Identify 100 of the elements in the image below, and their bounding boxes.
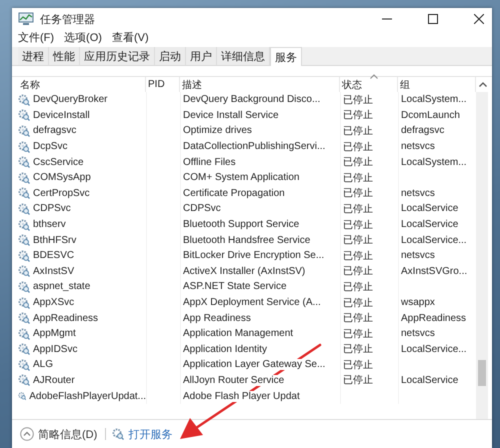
group-text: LocalService <box>401 374 458 386</box>
description-text: Certificate Propagation <box>183 188 285 199</box>
fewer-details-button[interactable]: 简略信息(D) <box>18 424 100 444</box>
gear-icon <box>112 428 124 440</box>
group-text: defragsvc <box>401 125 444 136</box>
tab[interactable]: 进程 <box>18 47 49 65</box>
open-services-link[interactable]: 打开服务 <box>112 426 172 442</box>
group-text: AxInstSVGro... <box>401 266 468 277</box>
scroll-up-icon[interactable] <box>479 82 487 87</box>
gear-icon <box>18 250 30 262</box>
scrollbar[interactable] <box>476 92 488 419</box>
service-name: DevQueryBroker <box>33 94 108 106</box>
group-text: wsappx <box>401 297 435 308</box>
status-text: 已停止 <box>343 342 373 356</box>
status-text: 已停止 <box>343 140 373 154</box>
group-text: LocalService... <box>401 344 467 355</box>
maximize-icon[interactable] <box>428 14 438 24</box>
service-name: AppMgmt <box>33 328 76 340</box>
group-text: AppReadiness <box>401 312 466 324</box>
status-text: 已停止 <box>343 202 373 216</box>
service-name: AppIDSvc <box>33 344 78 355</box>
service-name: DeviceInstall <box>33 110 90 121</box>
status-text: 已停止 <box>343 264 373 278</box>
description-text: ActiveX Installer (AxInstSV) <box>183 266 306 277</box>
description-text: BitLocker Drive Encryption Se... <box>183 250 324 262</box>
tab[interactable]: 启动 <box>155 47 186 65</box>
description-text: Bluetooth Handsfree Service <box>183 234 310 246</box>
status-text: 已停止 <box>343 218 373 232</box>
description-text: COM+ System Application <box>183 172 300 184</box>
group-text: netsvcs <box>401 141 435 152</box>
status-text: 已停止 <box>343 233 373 248</box>
service-name: aspnet_state <box>33 281 90 292</box>
scroll-thumb[interactable] <box>478 360 486 386</box>
column-header[interactable]: PID <box>146 77 180 92</box>
group-text: netsvcs <box>401 188 435 199</box>
tab[interactable]: 详细信息 <box>217 47 270 65</box>
description-text: Bluetooth Support Service <box>183 219 300 230</box>
gear-icon <box>18 156 30 168</box>
gear-icon <box>18 172 30 184</box>
gear-icon <box>18 328 30 340</box>
menu-item[interactable]: 文件(F) <box>18 30 54 45</box>
tab[interactable]: 服务 <box>270 47 302 66</box>
column-header[interactable]: 名称 <box>18 77 146 92</box>
service-name: CDPSvc <box>33 203 71 214</box>
group-text: LocalSystem... <box>401 156 467 168</box>
column-header[interactable]: 组 <box>398 77 476 92</box>
status-text: 已停止 <box>343 311 373 326</box>
service-name: CertPropSvc <box>33 188 90 199</box>
description-text: DataCollectionPublishingServi... <box>183 141 326 152</box>
status-text: 已停止 <box>343 296 373 310</box>
description-text: App Readiness <box>183 312 251 324</box>
status-text: 已停止 <box>343 280 373 294</box>
group-text: LocalSystem... <box>401 94 467 106</box>
status-text: 已停止 <box>343 248 373 263</box>
service-name: CscService <box>33 156 84 168</box>
column-header[interactable]: 状态 <box>340 77 398 92</box>
group-text: LocalService... <box>401 234 467 246</box>
chevron-up-icon <box>20 427 34 441</box>
description-text: Application Layer Gateway Se... <box>183 359 326 370</box>
status-text: 已停止 <box>343 186 373 200</box>
service-name: DcpSvc <box>33 141 68 152</box>
service-name: BDESVC <box>33 250 74 262</box>
status-text: 已停止 <box>343 170 373 185</box>
description-text: Device Install Service <box>183 110 279 121</box>
sort-caret-icon <box>370 74 378 79</box>
menu-item[interactable]: 查看(V) <box>112 30 149 45</box>
status-text: 已停止 <box>343 155 373 170</box>
group-text: DcomLaunch <box>401 110 460 121</box>
service-name: AdobeFlashPlayerUpdat... <box>29 390 146 402</box>
status-text: 已停止 <box>343 108 373 122</box>
service-name: BthHFSrv <box>33 234 76 246</box>
status-text: 已停止 <box>343 326 373 341</box>
close-icon[interactable] <box>474 14 484 24</box>
menu-item[interactable]: 选项(O) <box>64 30 102 45</box>
window-title: 任务管理器 <box>40 12 95 26</box>
gear-icon <box>18 390 26 402</box>
service-name: AppXSvc <box>33 297 74 308</box>
gear-icon <box>18 296 30 309</box>
gear-icon <box>18 94 30 106</box>
column-header[interactable]: 描述 <box>180 77 340 92</box>
description-text: AppX Deployment Service (A... <box>183 297 321 308</box>
service-name: bthserv <box>33 219 66 230</box>
description-text: AllJoyn Router Service <box>183 374 284 386</box>
group-text: LocalService <box>401 203 458 214</box>
description-text: Adobe Flash Player Updat <box>183 390 300 402</box>
gear-icon <box>18 124 30 137</box>
status-text: 已停止 <box>343 373 373 388</box>
gear-icon <box>18 265 30 278</box>
gear-icon <box>18 280 30 293</box>
description-text: Application Management <box>183 328 294 340</box>
description-text: ASP.NET State Service <box>183 281 287 292</box>
service-name: defragsvc <box>33 125 76 136</box>
tab[interactable]: 应用历史记录 <box>80 47 155 65</box>
tab[interactable]: 用户 <box>186 47 217 65</box>
service-name: AJRouter <box>33 374 75 386</box>
status-text: 已停止 <box>343 358 373 372</box>
service-name: AppReadiness <box>33 312 98 324</box>
service-name: ALG <box>33 359 54 370</box>
group-text: LocalService <box>401 219 458 230</box>
tab[interactable]: 性能 <box>49 47 80 65</box>
